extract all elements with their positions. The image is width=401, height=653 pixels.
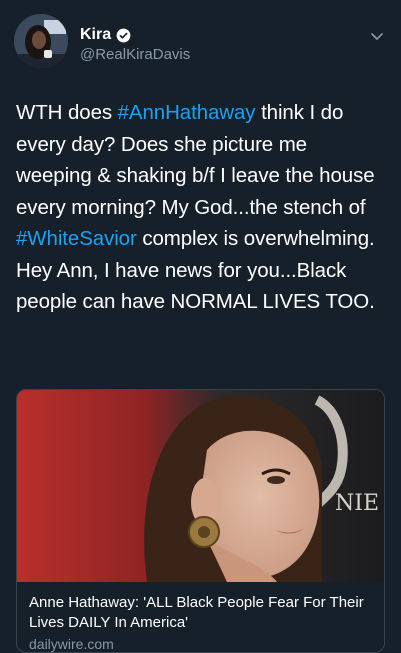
hashtag-link[interactable]: #WhiteSavior	[16, 227, 137, 250]
display-name[interactable]: Kira	[80, 26, 111, 44]
card-image-sign-text: NIE	[335, 491, 379, 516]
card-domain: dailywire.com	[29, 636, 114, 652]
tweet-header: Kira @RealKiraDavis	[0, 0, 401, 80]
card-image: NIE	[17, 390, 384, 582]
link-card[interactable]: NIE Anne Hathaway: 'ALL Black People Fea…	[16, 389, 385, 653]
chevron-down-icon[interactable]	[369, 28, 385, 44]
tweet-text-segment: WTH does	[16, 101, 118, 124]
avatar[interactable]	[14, 14, 68, 68]
verified-badge-icon	[116, 28, 131, 43]
name-row: Kira	[80, 26, 131, 44]
card-title[interactable]: Anne Hathaway: 'ALL Black People Fear Fo…	[29, 593, 374, 633]
user-handle[interactable]: @RealKiraDavis	[80, 46, 190, 63]
hashtag-link[interactable]: #AnnHathaway	[118, 101, 256, 124]
tweet-text: WTH does #AnnHathaway think I do every d…	[16, 97, 388, 318]
